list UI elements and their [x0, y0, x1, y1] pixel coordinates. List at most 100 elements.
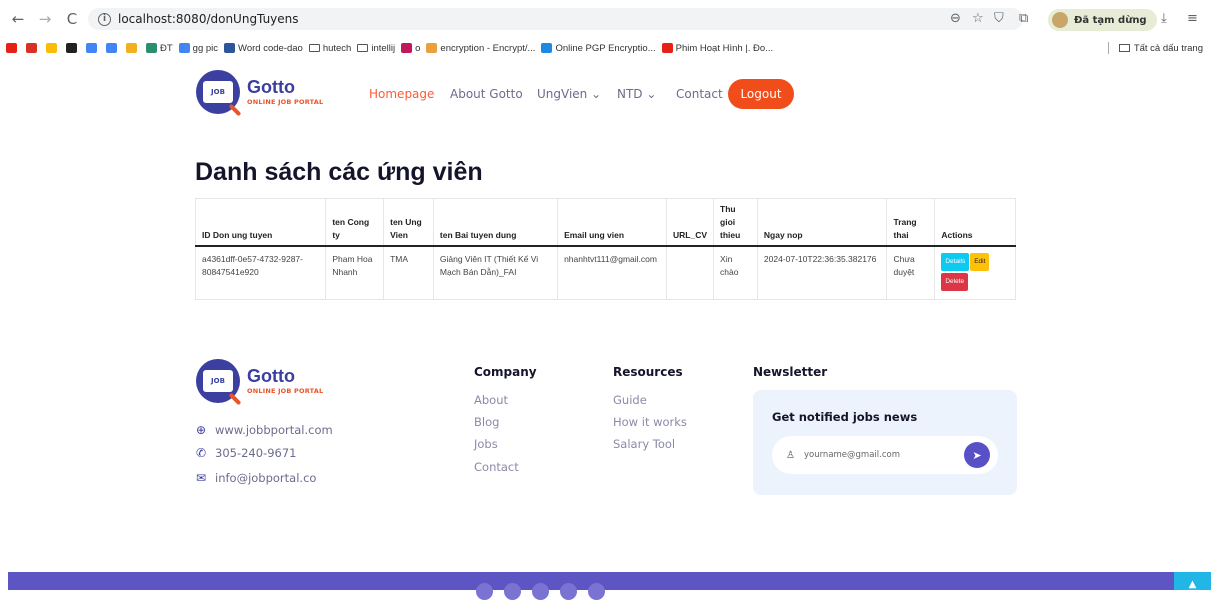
app-icon: [401, 43, 413, 53]
bookmark-hutech[interactable]: hutech: [308, 43, 351, 54]
table-cell: Xin chào: [713, 245, 758, 301]
footer-logo[interactable]: JOB Gotto ONLINE JOB PORTAL: [196, 359, 324, 406]
all-bookmarks-label: Tất cả dấu trang: [1133, 42, 1203, 54]
social-icon[interactable]: [588, 583, 605, 600]
magnifier-icon: [228, 103, 242, 117]
bookmark-encryption-encrypt[interactable]: encryption - Encrypt/...: [426, 43, 535, 54]
logo-badge-text: JOB: [203, 81, 233, 103]
nav-about[interactable]: About Gotto: [450, 87, 523, 101]
bookmark-youtube[interactable]: [6, 43, 20, 53]
newsletter-box: Get notified jobs news ♙ yourname@gmail.…: [753, 390, 1017, 495]
actions-cell: Details EditDelete: [934, 245, 1016, 301]
site-info-icon[interactable]: i: [98, 12, 111, 26]
reload-icon[interactable]: C: [60, 7, 84, 31]
table-cell: Chưa duyệt: [886, 245, 936, 301]
delete-button[interactable]: Delete: [941, 273, 969, 292]
newsletter-email-input[interactable]: ♙ yourname@gmail.com ➤: [772, 436, 998, 474]
page-title: Danh sách các ứng viên: [195, 158, 483, 186]
bookmark-apps[interactable]: [46, 43, 60, 53]
footer-link-blog[interactable]: Blog: [474, 415, 499, 429]
bookmark-gmail[interactable]: [26, 43, 40, 53]
footer-phone[interactable]: ✆ 305-240-9671: [196, 446, 296, 460]
address-row: ← → C i localhost:8080/donUngTuyens ⊖ ☆ …: [0, 4, 1211, 34]
globe-icon: ⊕: [196, 423, 207, 437]
nav-contact[interactable]: Contact: [676, 87, 723, 101]
footer-link-jobs[interactable]: Jobs: [474, 437, 498, 451]
folder-icon: [308, 44, 320, 52]
bookmark-openai[interactable]: [66, 43, 80, 53]
brand-tagline: ONLINE JOB PORTAL: [247, 98, 324, 107]
bookmark-gg-pic[interactable]: gg pic: [178, 42, 219, 54]
zoom-icon[interactable]: ⊖: [950, 11, 961, 26]
table-cell: TMA: [383, 245, 434, 301]
social-icon[interactable]: [476, 583, 493, 600]
logout-button[interactable]: Logout: [728, 79, 794, 109]
table-cell: a4361dff-0e57-4732-9287-80847541e920: [194, 245, 327, 301]
footer-link-salary-tool[interactable]: Salary Tool: [613, 437, 675, 451]
details-button[interactable]: Details: [941, 253, 970, 272]
bookmark-intellij[interactable]: intellij: [357, 43, 395, 54]
menu-icon[interactable]: ≡: [1187, 11, 1198, 26]
badge-icon: [126, 43, 137, 53]
all-bookmarks-button[interactable]: Tất cả dấu trang: [1107, 38, 1203, 58]
divider: [1107, 42, 1109, 54]
social-icon[interactable]: [532, 583, 549, 600]
bookmark-label: intellij: [371, 42, 396, 54]
phone-text: 305-240-9671: [215, 446, 297, 460]
logo-badge-icon: JOB: [196, 359, 242, 406]
bookmark-label: o: [415, 42, 421, 54]
address-bar[interactable]: i localhost:8080/donUngTuyens: [88, 8, 1023, 30]
bookmark-t[interactable]: ĐT: [146, 43, 173, 54]
social-icon[interactable]: [560, 583, 577, 600]
scroll-to-top-button[interactable]: ▲: [1174, 572, 1211, 590]
footer-link-contact[interactable]: Contact: [474, 460, 519, 474]
bookmark-phim-ho-t-h-nh-o[interactable]: Phim Hoạt Hình |. Đo...: [661, 43, 773, 54]
column-header: Actions: [934, 198, 1016, 248]
nav-ntd-dropdown[interactable]: NTD ⌄: [617, 87, 656, 101]
bookmark-word-code-dao[interactable]: Word code-dao: [224, 43, 303, 54]
bookmark-translate[interactable]: [86, 43, 100, 53]
translate-icon: [86, 43, 97, 53]
social-icon[interactable]: [504, 583, 521, 600]
bookmark-online-pgp-encryptio[interactable]: Online PGP Encryptio...: [541, 43, 656, 54]
bookmark-label: encryption - Encrypt/...: [440, 42, 536, 54]
bookmark-label: gg pic: [192, 42, 219, 54]
bookmark-badge[interactable]: [126, 43, 140, 53]
column-header: URL_CV: [666, 198, 715, 248]
column-header: Email ung vien: [557, 198, 668, 248]
edit-button[interactable]: Edit: [970, 253, 990, 272]
shield-icon[interactable]: ⛉: [994, 11, 1004, 26]
table-header-row: ID Don ung tuyen ten Cong ty ten Ung Vien t…: [194, 198, 1016, 248]
bookmark-label: Word code-dao: [238, 42, 303, 54]
footer-link-guide[interactable]: Guide: [613, 393, 647, 407]
bookmark-google[interactable]: [106, 43, 120, 53]
bookmark-o[interactable]: o: [401, 43, 420, 54]
forward-icon[interactable]: →: [33, 7, 57, 31]
candidates-table: ID Don ung tuyen ten Cong ty ten Ung Vien t…: [194, 198, 1016, 301]
star-icon[interactable]: ☆: [972, 11, 984, 26]
site-logo[interactable]: JOB Gotto ONLINE JOB PORTAL: [196, 70, 324, 117]
youtube-icon: [6, 43, 17, 53]
footer-link-about[interactable]: About: [474, 393, 508, 407]
extensions-icon[interactable]: ⧉: [1019, 11, 1028, 26]
footer-website[interactable]: ⊕ www.jobbportal.com: [196, 423, 333, 437]
nav-ungvien-dropdown[interactable]: UngVien ⌄: [537, 87, 601, 101]
footer-brand-tagline: ONLINE JOB PORTAL: [247, 387, 324, 396]
table-row: a4361dff-0e57-4732-9287-80847541e920 Pham…: [194, 245, 1016, 301]
nav-homepage[interactable]: Homepage: [369, 87, 434, 101]
avatar: [1052, 12, 1068, 28]
phone-icon: [146, 43, 157, 53]
paused-label: Đã tạm dừng: [1074, 14, 1147, 26]
footer-company-heading: Company: [474, 365, 537, 379]
download-icon[interactable]: ⤓: [1161, 11, 1167, 26]
back-icon[interactable]: ←: [6, 7, 30, 31]
footer-resources-heading: Resources: [613, 365, 683, 379]
site-navbar: JOB Gotto ONLINE JOB PORTAL Homepage Abo…: [0, 60, 1211, 130]
folder-icon: [357, 44, 369, 52]
chevron-up-icon: ▲: [1188, 579, 1197, 590]
profile-paused-button[interactable]: Đã tạm dừng: [1048, 9, 1157, 31]
send-icon[interactable]: ➤: [964, 442, 990, 468]
footer-link-how-it-works[interactable]: How it works: [613, 415, 687, 429]
table-cell: Pham Hoa Nhanh: [325, 245, 385, 301]
footer-email[interactable]: ✉ info@jobportal.co: [196, 471, 316, 485]
